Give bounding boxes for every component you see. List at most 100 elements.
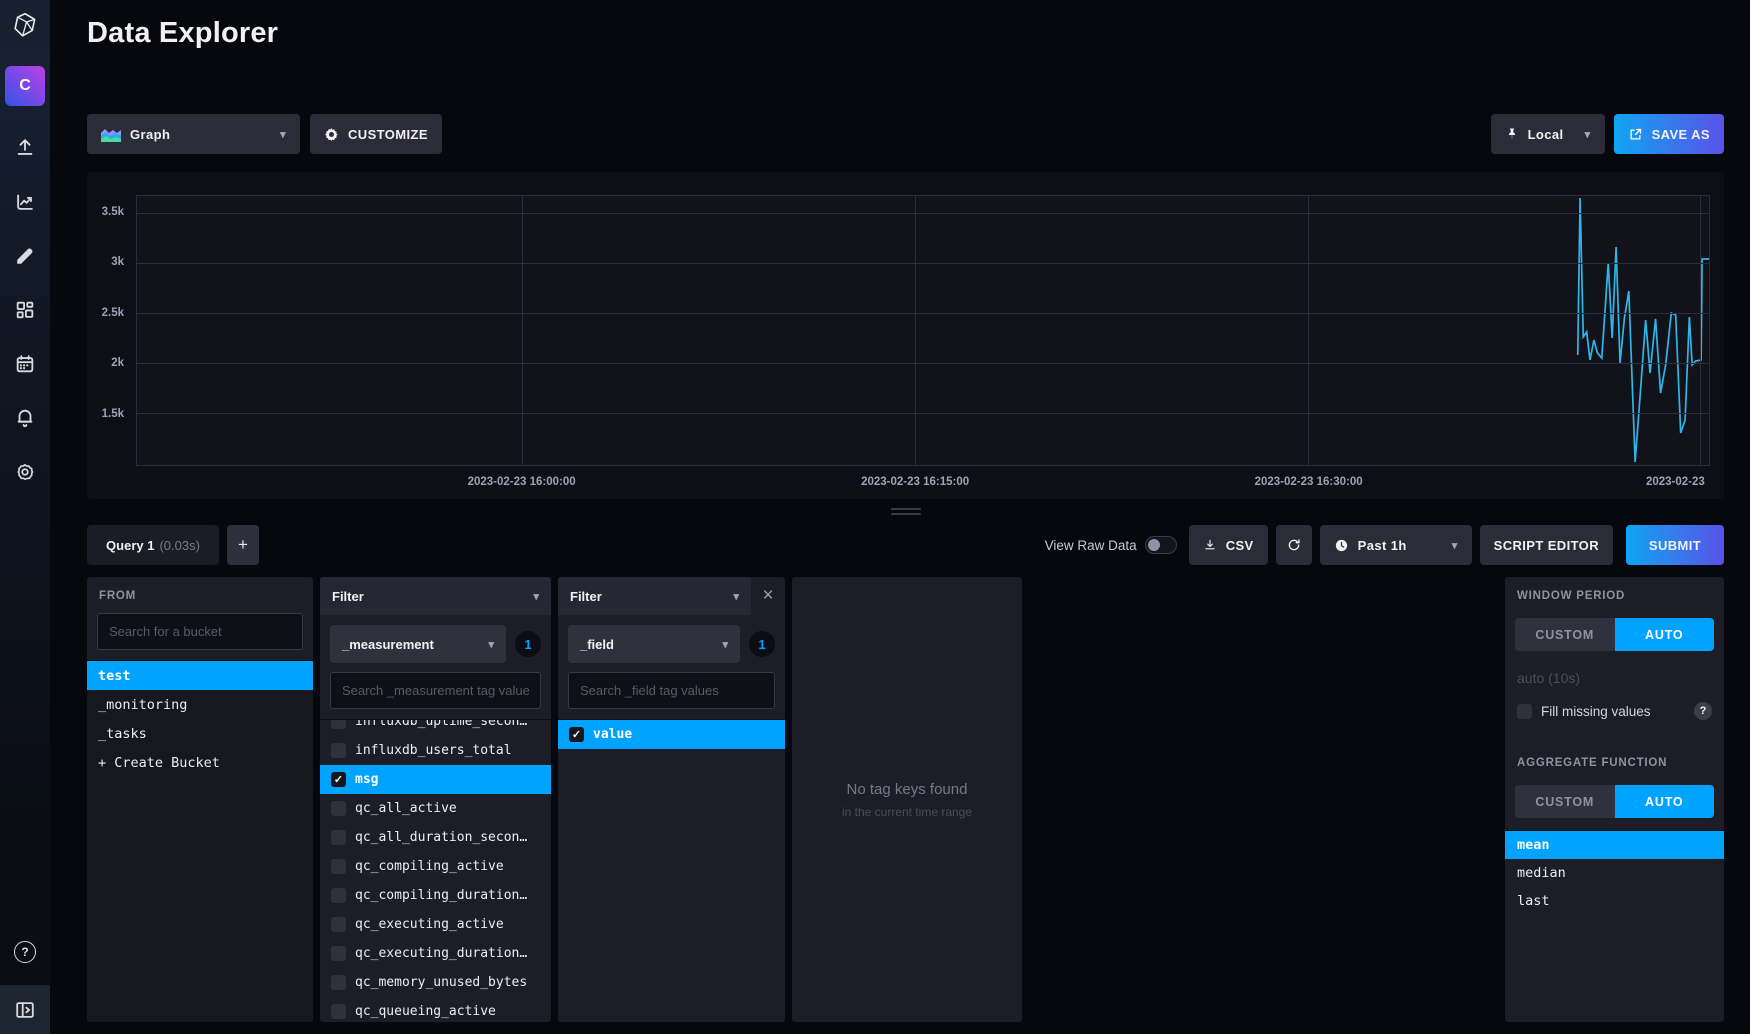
empty-tag-panel: No tag keys found in the current time ra… [792,577,1022,1022]
create-bucket-item[interactable]: + Create Bucket [87,748,313,777]
org-avatar[interactable]: C [5,66,45,106]
csv-button[interactable]: CSV [1189,525,1268,565]
chevron-down-icon: ▾ [280,128,286,141]
checkbox-icon[interactable] [331,830,346,845]
sidebar: C ? [0,0,50,1034]
filter-panel-header: Filter ▾ [320,577,551,615]
help-tooltip-icon[interactable]: ? [1694,702,1712,720]
influxdb-cube-icon [12,12,38,38]
checkbox-icon[interactable] [331,743,346,758]
bucket-search-input[interactable] [97,613,303,650]
line-chart [137,196,1709,465]
function-item[interactable]: median [1505,859,1724,887]
measurement-item[interactable]: qc_executing_active [320,910,551,939]
local-label: Local [1528,127,1564,142]
view-type-dropdown[interactable]: Graph ▾ [87,114,300,154]
aggregate-segmented: CUSTOM AUTO [1515,785,1714,818]
customize-button[interactable]: CUSTOMIZE [310,114,442,154]
influxdb-logo[interactable] [0,0,50,50]
query-builder: FROM test _monitoring _tasks + Create Bu… [87,577,1724,1022]
checkbox-icon[interactable] [331,801,346,816]
aggregate-function-list: mean median last [1505,830,1724,1022]
add-query-button[interactable]: + [227,525,259,565]
aggregate-auto-button[interactable]: AUTO [1615,785,1715,818]
checkbox-icon[interactable] [331,859,346,874]
avatar-letter: C [19,77,31,95]
bucket-item[interactable]: _monitoring [87,690,313,719]
checkbox-icon[interactable] [331,888,346,903]
series-line [1578,198,1709,462]
query-tab[interactable]: Query 1 (0.03s) [87,525,219,565]
measurement-item[interactable]: qc_compiling_duration… [320,881,551,910]
checkbox-icon[interactable] [331,719,346,729]
function-item[interactable]: mean [1505,831,1724,859]
graph-type-icon [101,127,121,142]
measurement-item[interactable]: qc_executing_duration… [320,939,551,968]
checkbox-icon[interactable] [331,1004,346,1019]
time-range-dropdown[interactable]: Past 1h ▾ [1320,525,1472,565]
fill-missing-label: Fill missing values [1541,704,1651,719]
filter-type-dropdown[interactable]: Filter ▾ [320,577,551,615]
aggregate-function-title: AGGREGATE FUNCTION [1505,744,1724,771]
window-custom-button[interactable]: CUSTOM [1515,618,1615,651]
checkbox-icon[interactable] [331,917,346,932]
measurement-item[interactable]: qc_queueing_active [320,997,551,1022]
upload-icon[interactable] [13,136,37,160]
tag-key-label: _measurement [342,637,434,652]
submit-button[interactable]: SUBMIT [1626,525,1724,565]
bucket-item[interactable]: _tasks [87,719,313,748]
measurement-item[interactable]: qc_memory_unused_bytes [320,968,551,997]
script-editor-button[interactable]: SCRIPT EDITOR [1480,525,1613,565]
h-gridline [137,363,1709,364]
measurement-item[interactable]: qc_all_active [320,794,551,823]
measurement-search-input[interactable] [330,672,541,709]
dashboards-icon[interactable] [13,298,37,322]
measurement-item[interactable]: qc_all_duration_secon… [320,823,551,852]
remove-filter-button[interactable]: × [751,577,785,615]
refresh-button[interactable] [1276,525,1312,565]
x-tick-label: 2023-02-23 16:15:00 [861,476,969,488]
panel-resize-handle[interactable] [87,505,1724,517]
fill-missing-checkbox[interactable] [1517,704,1532,719]
measurement-list: influxdb_uptime_secon… influxdb_users_to… [320,719,551,1022]
aggregate-custom-button[interactable]: CUSTOM [1515,785,1615,818]
customize-label: CUSTOMIZE [348,127,428,142]
save-as-button[interactable]: SAVE AS [1614,114,1724,154]
window-auto-button[interactable]: AUTO [1615,618,1715,651]
tag-key-dropdown[interactable]: _measurement ▾ [330,625,506,663]
tag-key-dropdown[interactable]: _field ▾ [568,625,740,663]
tasks-calendar-icon[interactable] [13,352,37,376]
view-raw-data-toggle[interactable] [1145,536,1177,554]
function-item[interactable]: last [1505,887,1724,915]
view-raw-data-control: View Raw Data [1045,536,1177,554]
checkbox-checked-icon[interactable] [569,727,584,742]
help-icon[interactable]: ? [14,941,36,963]
checkbox-icon[interactable] [331,975,346,990]
measurement-item[interactable]: msg [320,765,551,794]
v-gridline [915,196,916,465]
y-tick-label: 3k [111,256,124,268]
alerts-bell-icon[interactable] [13,406,37,430]
bucket-item[interactable]: test [87,661,313,690]
measurement-item[interactable]: qc_compiling_active [320,852,551,881]
field-search-input[interactable] [568,672,775,709]
checkbox-icon[interactable] [331,946,346,961]
chevron-down-icon: ▾ [733,590,739,603]
gear-icon [324,127,339,142]
query-tab-duration: (0.03s) [159,538,199,553]
measurement-item[interactable]: influxdb_users_total [320,736,551,765]
notebooks-pencil-icon[interactable] [13,244,37,268]
measurement-item[interactable]: influxdb_uptime_secon… [320,719,551,736]
data-explorer-icon[interactable] [13,190,37,214]
chevron-down-icon: ▾ [1452,539,1458,552]
main-content: Data Explorer Graph ▾ CUSTOMIZE Local ▾ … [50,0,1750,1034]
y-tick-label: 2k [111,357,124,369]
time-range-label: Past 1h [1358,538,1407,553]
checkbox-checked-icon[interactable] [331,772,346,787]
local-dropdown[interactable]: Local ▾ [1491,114,1605,154]
expand-sidebar-button[interactable] [0,985,50,1034]
settings-gear-icon[interactable] [13,460,37,484]
plot-area[interactable] [136,195,1710,466]
field-item[interactable]: value [558,720,785,749]
filter-type-dropdown[interactable]: Filter ▾ [558,577,751,615]
